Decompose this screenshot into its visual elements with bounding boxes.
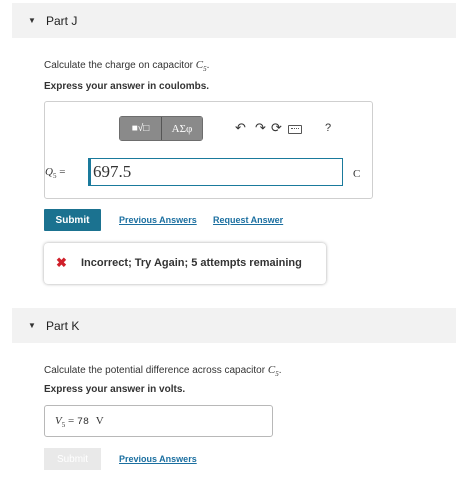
previous-answers-link[interactable]: Previous Answers xyxy=(119,215,197,225)
redo-icon[interactable]: ↷ xyxy=(255,121,266,135)
unit-label: C xyxy=(353,168,361,180)
templates-button[interactable]: ■√□ xyxy=(120,117,162,140)
request-answer-link[interactable]: Request Answer xyxy=(213,215,283,225)
part-j-question: Calculate the charge on capacitor C5. xyxy=(44,59,210,74)
part-k-question: Calculate the potential difference acros… xyxy=(44,364,282,379)
feedback-message: Incorrect; Try Again; 5 attempts remaini… xyxy=(81,257,302,269)
question-text: Calculate the charge on capacitor xyxy=(44,60,196,71)
symbols-button[interactable]: ΑΣφ xyxy=(162,117,202,140)
previous-answers-link[interactable]: Previous Answers xyxy=(119,454,197,464)
collapse-caret-icon[interactable]: ▼ xyxy=(28,321,36,330)
part-j-instruction: Express your answer in coulombs. xyxy=(44,81,210,92)
part-k-header[interactable]: ▼ Part K xyxy=(12,308,456,343)
collapse-caret-icon[interactable]: ▼ xyxy=(28,16,36,25)
feedback-box: ✖ Incorrect; Try Again; 5 attempts remai… xyxy=(44,243,326,284)
help-icon[interactable]: ? xyxy=(325,121,331,135)
part-k-instruction: Express your answer in volts. xyxy=(44,384,186,395)
submit-button-disabled: Submit xyxy=(44,448,101,470)
question-text: Calculate the potential difference acros… xyxy=(44,365,268,376)
part-j-title: Part J xyxy=(46,13,78,28)
incorrect-icon: ✖ xyxy=(56,255,67,270)
keyboard-icon[interactable] xyxy=(288,125,302,134)
voltage-answer-field[interactable]: V5 = 78 V xyxy=(44,405,273,437)
capacitor-var: C5 xyxy=(195,59,207,74)
reset-icon[interactable]: ⟳ xyxy=(271,121,282,135)
math-toolbar: ■√□ ΑΣφ xyxy=(119,116,203,141)
answer-variable-label: Q5 = xyxy=(45,166,66,181)
submit-button[interactable]: Submit xyxy=(44,209,101,231)
part-k-title: Part K xyxy=(46,318,80,333)
part-j-header[interactable]: ▼ Part J xyxy=(12,3,456,38)
answer-editor: ■√□ ΑΣφ ↶ ↷ ⟳ ? Q5 = 697.5 C xyxy=(44,101,373,199)
charge-answer-input[interactable]: 697.5 xyxy=(88,158,343,186)
capacitor-var: C5 xyxy=(267,364,279,379)
voltage-answer: V5 = 78 V xyxy=(55,415,104,430)
undo-icon[interactable]: ↶ xyxy=(235,121,246,135)
